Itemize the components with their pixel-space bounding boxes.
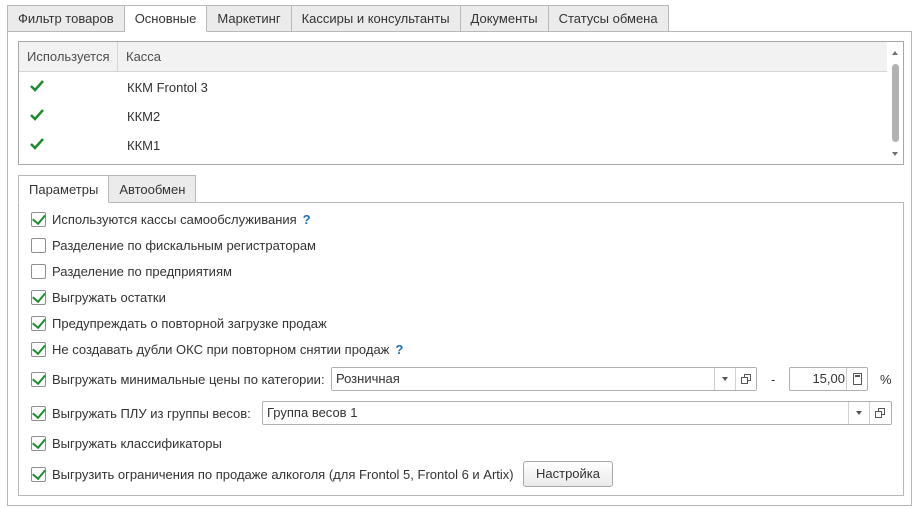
classifiers-checkbox[interactable] bbox=[31, 435, 46, 451]
option-label: Разделение по предприятиям bbox=[52, 263, 232, 279]
table-row[interactable]: ККМ Frontol 3 bbox=[19, 73, 887, 102]
option-label: Выгрузить ограничения по продаже алкогол… bbox=[52, 466, 514, 482]
min-prices-checkbox[interactable] bbox=[31, 371, 46, 387]
help-icon[interactable]: ? bbox=[395, 342, 403, 357]
option-label: Предупреждать о повторной загрузке прода… bbox=[52, 315, 327, 331]
help-icon[interactable]: ? bbox=[303, 212, 311, 227]
option-label: Используются кассы самообслуживания bbox=[52, 211, 297, 227]
weight-group-value: Группа весов 1 bbox=[267, 405, 358, 420]
option-split-enterprise: Разделение по предприятиям bbox=[31, 261, 232, 281]
kassa-name: ККМ1 bbox=[127, 138, 161, 153]
tab-exchange-statuses[interactable]: Статусы обмена bbox=[548, 5, 669, 32]
min-price-percent-value: 15,00 bbox=[812, 371, 845, 386]
option-alcohol-limits: Выгрузить ограничения по продаже алкогол… bbox=[31, 464, 514, 484]
option-label: Выгружать минимальные цены по категории: bbox=[52, 371, 325, 387]
checkmark-icon bbox=[30, 109, 44, 121]
column-header-used[interactable]: Используется bbox=[19, 42, 118, 72]
tab-documents[interactable]: Документы bbox=[460, 5, 549, 32]
option-label: Не создавать дубли ОКС при повторном сня… bbox=[52, 341, 390, 357]
split-enterprise-checkbox[interactable] bbox=[31, 263, 46, 279]
weight-group-select[interactable]: Группа весов 1 bbox=[262, 401, 892, 425]
option-plu: Выгружать ПЛУ из группы весов: bbox=[31, 403, 251, 423]
percent-unit: % bbox=[880, 372, 892, 387]
used-cell bbox=[19, 79, 118, 96]
option-export-stock: Выгружать остатки bbox=[31, 287, 166, 307]
warn-reload-checkbox[interactable] bbox=[31, 315, 46, 331]
column-header-kassa[interactable]: Касса bbox=[118, 42, 887, 72]
used-cell bbox=[19, 108, 118, 125]
open-form-icon[interactable] bbox=[869, 402, 891, 424]
tab-marketing[interactable]: Маркетинг bbox=[207, 5, 292, 32]
tab-product-filter[interactable]: Фильтр товаров bbox=[7, 5, 125, 32]
export-stock-checkbox[interactable] bbox=[31, 289, 46, 305]
chevron-down-icon[interactable] bbox=[714, 368, 735, 390]
tab-autoexchange[interactable]: Автообмен bbox=[109, 175, 197, 203]
option-no-duplicates: Не создавать дубли ОКС при повторном сня… bbox=[31, 339, 403, 359]
option-classifiers: Выгружать классификаторы bbox=[31, 433, 222, 453]
tab-parameters[interactable]: Параметры bbox=[18, 175, 110, 203]
option-warn-reload: Предупреждать о повторной загрузке прода… bbox=[31, 313, 327, 333]
option-self-service: Используются кассы самообслуживания ? bbox=[31, 209, 311, 229]
checkmark-icon bbox=[30, 138, 44, 150]
calculator-icon[interactable] bbox=[846, 368, 867, 390]
cash-registers-table: Используется Касса ККМ Frontol 3 ККМ2 КК… bbox=[18, 41, 904, 165]
range-dash: - bbox=[771, 372, 776, 387]
option-split-fiscal: Разделение по фискальным регистраторам bbox=[31, 235, 316, 255]
chevron-down-icon[interactable] bbox=[848, 402, 869, 424]
self-service-checkbox[interactable] bbox=[31, 211, 46, 227]
table-header: Используется Касса bbox=[19, 42, 887, 72]
tab-cashiers-consultants[interactable]: Кассиры и консультанты bbox=[291, 5, 461, 32]
table-scrollbar[interactable] bbox=[887, 42, 903, 164]
option-min-prices: Выгружать минимальные цены по категории: bbox=[31, 369, 325, 389]
option-label: Выгружать ПЛУ из группы весов: bbox=[52, 405, 251, 421]
tab-main[interactable]: Основные bbox=[124, 5, 208, 32]
used-cell bbox=[19, 137, 118, 154]
scroll-up-icon[interactable] bbox=[892, 51, 898, 55]
scroll-thumb[interactable] bbox=[892, 64, 899, 142]
table-row[interactable]: ККМ2 bbox=[19, 102, 887, 131]
option-label: Выгружать классификаторы bbox=[52, 435, 222, 451]
scroll-down-icon[interactable] bbox=[892, 152, 898, 156]
open-form-icon[interactable] bbox=[735, 368, 757, 390]
min-price-percent-input[interactable]: 15,00 bbox=[789, 367, 868, 391]
option-label: Выгружать остатки bbox=[52, 289, 166, 305]
checkmark-icon bbox=[30, 80, 44, 92]
settings-button[interactable]: Настройка bbox=[523, 461, 613, 487]
split-fiscal-checkbox[interactable] bbox=[31, 237, 46, 253]
table-row[interactable]: ККМ1 bbox=[19, 131, 887, 160]
alcohol-limits-checkbox[interactable] bbox=[31, 466, 46, 482]
no-duplicates-checkbox[interactable] bbox=[31, 341, 46, 357]
inner-tab-bar: Параметры Автообмен bbox=[18, 175, 197, 203]
kassa-name: ККМ Frontol 3 bbox=[127, 80, 208, 95]
kassa-name: ККМ2 bbox=[127, 109, 161, 124]
price-category-value: Розничная bbox=[336, 371, 400, 386]
option-label: Разделение по фискальным регистраторам bbox=[52, 237, 316, 253]
price-category-select[interactable]: Розничная bbox=[331, 367, 757, 391]
plu-checkbox[interactable] bbox=[31, 405, 46, 421]
main-tab-bar: Фильтр товаров Основные Маркетинг Кассир… bbox=[7, 5, 669, 32]
